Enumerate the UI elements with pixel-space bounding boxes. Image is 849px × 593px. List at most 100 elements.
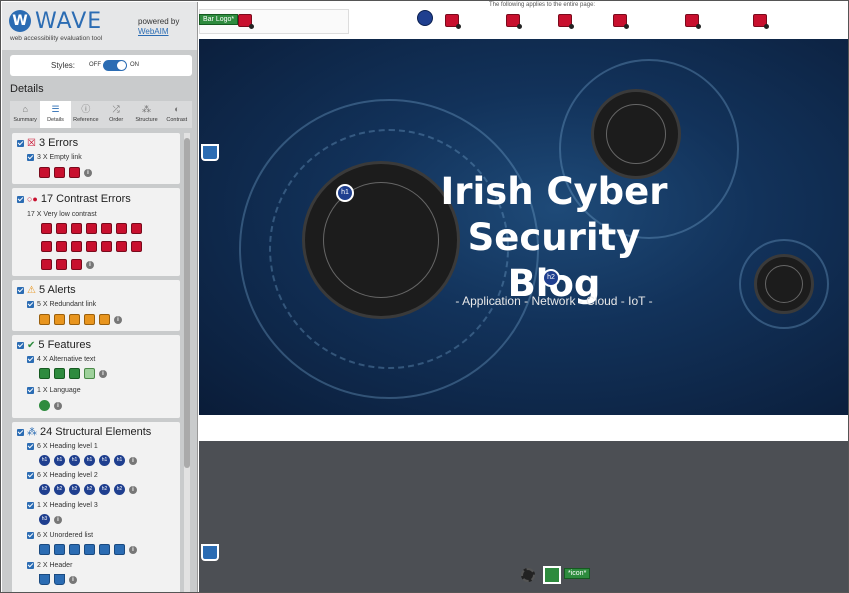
contrast-error-icon[interactable] bbox=[71, 259, 82, 270]
item-checkbox[interactable] bbox=[27, 443, 34, 450]
tab-reference[interactable]: ⓘ Reference bbox=[71, 101, 101, 128]
contrast-error-icon[interactable] bbox=[71, 223, 82, 234]
contrast-error-icon[interactable] bbox=[41, 241, 52, 252]
header-icon[interactable] bbox=[54, 574, 65, 585]
info-icon[interactable]: i bbox=[114, 315, 122, 324]
h1-icon[interactable]: h1 bbox=[84, 455, 95, 466]
contrast-error-icon[interactable] bbox=[116, 223, 127, 234]
info-icon[interactable]: i bbox=[129, 485, 137, 494]
h2-icon[interactable]: h2 bbox=[84, 484, 95, 495]
alt-text-icon[interactable] bbox=[39, 368, 50, 379]
redundant-link-icon[interactable] bbox=[69, 314, 80, 325]
redundant-link-icon[interactable] bbox=[54, 314, 65, 325]
contrast-error-icon[interactable] bbox=[86, 223, 97, 234]
contrast-error-icon[interactable] bbox=[558, 14, 574, 29]
info-icon[interactable]: i bbox=[84, 168, 92, 177]
info-icon[interactable]: i bbox=[86, 260, 94, 269]
empty-link-icon[interactable] bbox=[69, 167, 80, 178]
item-checkbox[interactable] bbox=[27, 562, 34, 569]
info-icon[interactable]: i bbox=[69, 575, 77, 584]
h1-icon[interactable]: h1 bbox=[114, 455, 125, 466]
h2-icon[interactable]: h2 bbox=[39, 484, 50, 495]
h1-icon[interactable]: h1 bbox=[99, 455, 110, 466]
contrast-error-icon[interactable] bbox=[86, 241, 97, 252]
contrast-error-icon[interactable] bbox=[101, 223, 112, 234]
h1-icon[interactable]: h1 bbox=[69, 455, 80, 466]
empty-link-icon[interactable] bbox=[54, 167, 65, 178]
info-icon[interactable]: i bbox=[99, 369, 107, 378]
list-icon[interactable] bbox=[54, 544, 65, 555]
redundant-link-item[interactable]: 5 X Redundant link bbox=[27, 301, 96, 308]
contrast-error-icon[interactable] bbox=[71, 241, 82, 252]
webaim-link[interactable]: WebAIM bbox=[138, 27, 169, 36]
info-icon[interactable]: i bbox=[129, 456, 137, 465]
item-checkbox[interactable] bbox=[27, 154, 34, 161]
h1-icon[interactable]: h1 bbox=[54, 455, 65, 466]
redundant-link-icon[interactable] bbox=[84, 314, 95, 325]
alt-text-item[interactable]: 4 X Alternative text bbox=[27, 356, 95, 363]
contrast-error-icon[interactable] bbox=[613, 14, 629, 29]
icon-alt-tag[interactable]: *icon* bbox=[564, 568, 591, 579]
contrast-error-icon[interactable] bbox=[116, 241, 127, 252]
item-checkbox[interactable] bbox=[27, 532, 34, 539]
list-icon[interactable] bbox=[69, 544, 80, 555]
contrast-error-icon[interactable] bbox=[56, 259, 67, 270]
tab-contrast[interactable]: ◐ Contrast bbox=[162, 101, 192, 128]
contrast-error-icon[interactable] bbox=[41, 259, 52, 270]
language-item[interactable]: 1 X Language bbox=[27, 387, 81, 394]
heading-level-2-item[interactable]: 6 X Heading level 2 bbox=[27, 472, 98, 479]
contrast-error-icon[interactable] bbox=[56, 223, 67, 234]
empty-link-icon[interactable] bbox=[39, 167, 50, 178]
tab-summary[interactable]: ⌂ Summary bbox=[10, 101, 40, 128]
list-icon[interactable] bbox=[84, 544, 95, 555]
info-icon[interactable]: i bbox=[54, 401, 62, 410]
styles-toggle[interactable] bbox=[103, 60, 127, 71]
panel-scrollbar[interactable] bbox=[184, 133, 190, 592]
contrast-error-icon[interactable] bbox=[41, 223, 52, 234]
features-checkbox[interactable] bbox=[17, 341, 24, 349]
h2-icon[interactable]: h2 bbox=[54, 484, 65, 495]
image-icon[interactable] bbox=[543, 566, 561, 584]
h2-icon[interactable]: h2 bbox=[99, 484, 110, 495]
alt-text-icon[interactable] bbox=[54, 368, 65, 379]
contrast-error-icon[interactable] bbox=[445, 14, 461, 29]
contrast-error-icon[interactable] bbox=[101, 241, 112, 252]
list-icon[interactable] bbox=[39, 544, 50, 555]
contrast-error-icon[interactable] bbox=[685, 14, 701, 29]
scrollbar-thumb[interactable] bbox=[184, 138, 190, 468]
unordered-list-item[interactable]: 6 X Unordered list bbox=[27, 532, 93, 539]
item-checkbox[interactable] bbox=[27, 387, 34, 394]
header-icon[interactable] bbox=[201, 544, 219, 561]
heading-level-3-item[interactable]: 1 X Heading level 3 bbox=[27, 502, 98, 509]
header-icon[interactable] bbox=[39, 574, 50, 585]
h3-icon[interactable]: h3 bbox=[39, 514, 50, 525]
empty-link-item[interactable]: 3 X Empty link bbox=[27, 154, 82, 161]
h1-icon[interactable]: h1 bbox=[39, 455, 50, 466]
structure-checkbox[interactable] bbox=[17, 428, 24, 436]
gear-icon[interactable] bbox=[521, 568, 535, 582]
contrast-error-icon[interactable] bbox=[506, 14, 522, 29]
item-checkbox[interactable] bbox=[27, 356, 34, 363]
contrast-checkbox[interactable] bbox=[17, 195, 24, 203]
logo-alt-tag[interactable]: Bar Logo* bbox=[199, 14, 239, 25]
contrast-error-icon[interactable] bbox=[753, 14, 769, 29]
heading-level-1-item[interactable]: 6 X Heading level 1 bbox=[27, 443, 98, 450]
h2-icon[interactable]: h2 bbox=[542, 269, 560, 287]
alt-text-icon[interactable] bbox=[84, 368, 95, 379]
language-icon[interactable] bbox=[39, 400, 50, 411]
redundant-link-icon[interactable] bbox=[39, 314, 50, 325]
item-checkbox[interactable] bbox=[27, 301, 34, 308]
alt-text-icon[interactable] bbox=[69, 368, 80, 379]
list-icon[interactable] bbox=[417, 10, 433, 26]
h2-icon[interactable]: h2 bbox=[69, 484, 80, 495]
item-checkbox[interactable] bbox=[27, 502, 34, 509]
redundant-link-icon[interactable] bbox=[99, 314, 110, 325]
info-icon[interactable]: i bbox=[129, 545, 137, 554]
h2-icon[interactable]: h2 bbox=[114, 484, 125, 495]
tab-order[interactable]: ⤮ Order bbox=[101, 101, 131, 128]
header-item[interactable]: 2 X Header bbox=[27, 562, 72, 569]
contrast-error-icon[interactable] bbox=[131, 241, 142, 252]
contrast-error-icon[interactable] bbox=[238, 14, 254, 29]
errors-checkbox[interactable] bbox=[17, 139, 24, 147]
very-low-contrast-item[interactable]: 17 X Very low contrast bbox=[27, 211, 97, 218]
